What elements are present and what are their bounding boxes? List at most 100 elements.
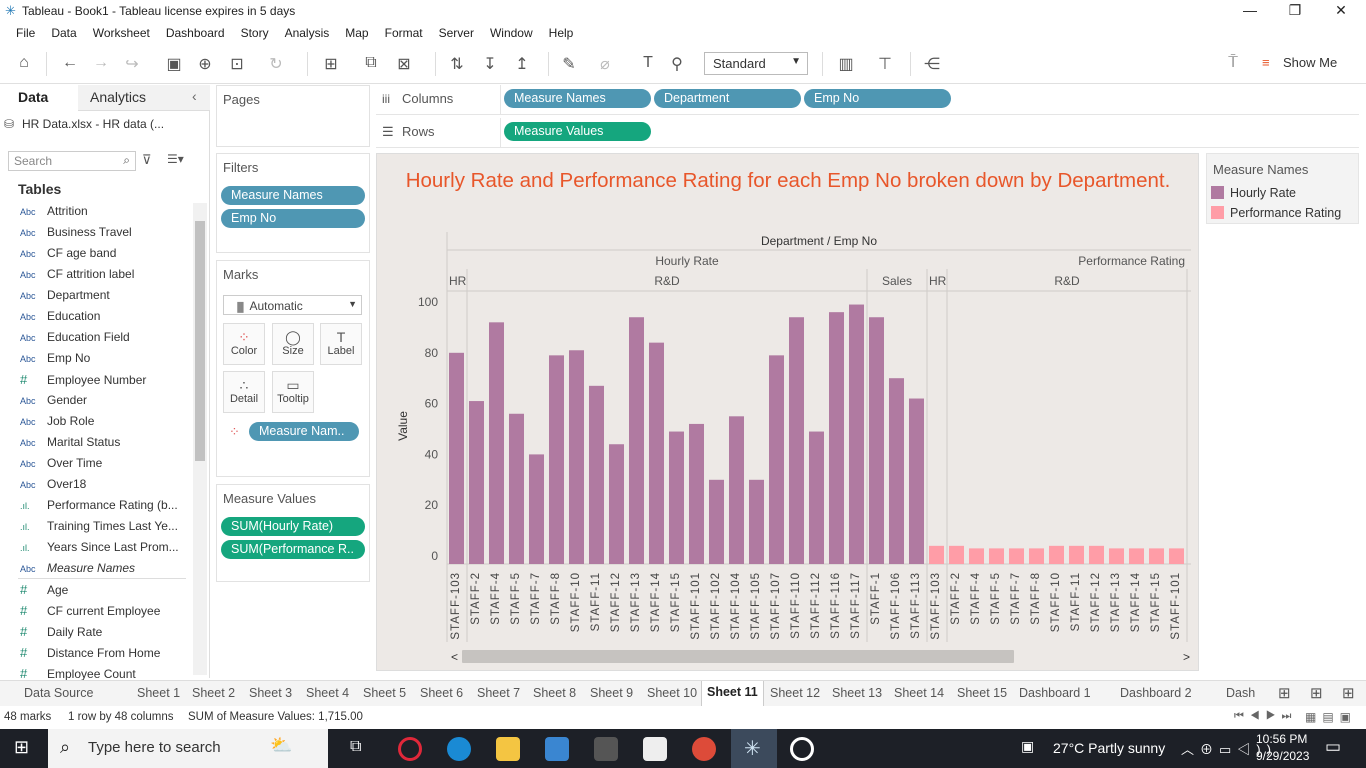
bar[interactable] bbox=[689, 423, 704, 564]
minimize-icon[interactable]: — bbox=[1240, 2, 1260, 18]
replay-icon[interactable]: ↪ bbox=[121, 54, 143, 74]
clear-sheet-icon[interactable]: ⊠ bbox=[393, 54, 415, 74]
bar[interactable] bbox=[1029, 548, 1044, 564]
sheet-tab[interactable]: Sheet 11 bbox=[701, 681, 764, 706]
sheet-tab[interactable]: Sheet 6 bbox=[420, 686, 463, 700]
horizontal-scrollbar[interactable] bbox=[462, 650, 1014, 663]
clock-date[interactable]: 9/29/2023 bbox=[1256, 749, 1309, 763]
mv-pill-hourly-rate[interactable]: SUM(Hourly Rate) bbox=[221, 517, 365, 536]
field-item[interactable]: Abc Attrition bbox=[20, 201, 185, 222]
sheet-tab[interactable]: Sheet 10 bbox=[647, 686, 697, 700]
bar[interactable] bbox=[1129, 548, 1144, 564]
sort-descending-icon[interactable]: ↥ bbox=[511, 54, 533, 74]
label-button[interactable]: T Label bbox=[320, 323, 362, 365]
bar[interactable] bbox=[1069, 545, 1084, 564]
restore-icon[interactable]: ❐ bbox=[1285, 2, 1305, 19]
field-item[interactable]: Abc CF attrition label bbox=[20, 264, 185, 285]
sheet-tab[interactable]: Sheet 5 bbox=[363, 686, 406, 700]
legend-item-hourly-rate[interactable]: Hourly Rate bbox=[1211, 186, 1296, 200]
new-worksheet-icon[interactable]: ⊞ bbox=[1278, 684, 1291, 702]
file-explorer-icon[interactable] bbox=[496, 737, 520, 761]
task-view-icon[interactable]: ⧉ bbox=[350, 738, 361, 756]
redo-icon[interactable]: → bbox=[90, 54, 112, 72]
sheet-tab[interactable]: Dashboard 1 bbox=[1019, 686, 1091, 700]
undo-icon[interactable]: ← bbox=[59, 54, 81, 72]
tab-data-source[interactable]: Data Source bbox=[24, 686, 93, 700]
sheet-tab[interactable]: Sheet 15 bbox=[957, 686, 1007, 700]
tooltip-button[interactable]: ▭ Tooltip bbox=[272, 371, 314, 413]
new-dashboard-icon[interactable]: ⊞ bbox=[1310, 684, 1323, 702]
bar[interactable] bbox=[869, 317, 884, 564]
field-item[interactable]: .ıl. Performance Rating (b... bbox=[20, 495, 185, 516]
field-item[interactable]: Abc Department bbox=[20, 285, 185, 306]
bar[interactable] bbox=[829, 312, 844, 564]
size-button[interactable]: ◯ Size bbox=[272, 323, 314, 365]
bar[interactable] bbox=[1109, 548, 1124, 564]
tableau-taskbar-button[interactable]: ✳ bbox=[731, 729, 777, 768]
duplicate-icon[interactable]: ⧉ bbox=[360, 54, 382, 72]
bar[interactable] bbox=[969, 548, 984, 564]
field-item[interactable]: .ıl. Years Since Last Prom... bbox=[20, 537, 185, 558]
linux-icon[interactable] bbox=[594, 737, 618, 761]
menu-data[interactable]: Data bbox=[43, 23, 84, 43]
bar[interactable] bbox=[809, 431, 824, 564]
field-item[interactable]: # Daily Rate bbox=[20, 621, 185, 642]
show-cards-icon[interactable]: ▥ bbox=[835, 54, 857, 74]
bar[interactable] bbox=[1149, 548, 1164, 564]
refresh-icon[interactable]: ↻ bbox=[265, 54, 287, 74]
bar[interactable] bbox=[529, 454, 544, 564]
sheet-tab[interactable]: Sheet 8 bbox=[533, 686, 576, 700]
show-me-button[interactable]: Show Me bbox=[1283, 55, 1337, 70]
detail-button[interactable]: ∴ Detail bbox=[223, 371, 265, 413]
field-item[interactable]: Abc Marital Status bbox=[20, 432, 185, 453]
filter-icon[interactable]: ⊽ bbox=[142, 152, 152, 168]
sheet-tab[interactable]: Dash bbox=[1226, 686, 1255, 700]
windows-start-icon[interactable]: ⊞ bbox=[14, 737, 29, 758]
mail-icon[interactable] bbox=[643, 737, 667, 761]
bar[interactable] bbox=[669, 431, 684, 564]
field-item[interactable]: # CF current Employee bbox=[20, 600, 185, 621]
pin-icon[interactable]: ⚲ bbox=[666, 54, 688, 74]
paint-icon[interactable]: ⍑ bbox=[1222, 54, 1244, 72]
bar[interactable] bbox=[569, 350, 584, 564]
bar[interactable] bbox=[889, 378, 904, 564]
field-item[interactable]: .ıl. Training Times Last Ye... bbox=[20, 516, 185, 537]
sheet-tab[interactable]: Sheet 4 bbox=[306, 686, 349, 700]
new-datasource-icon[interactable]: ⊕ bbox=[194, 54, 216, 74]
menu-map[interactable]: Map bbox=[337, 23, 376, 43]
fit-select[interactable]: Standard ▼ bbox=[704, 52, 808, 75]
view-mode-icons[interactable]: ▦▤▣ bbox=[1305, 710, 1357, 724]
view-list-icon[interactable]: ☰▾ bbox=[167, 152, 184, 166]
sheet-tab[interactable]: Sheet 3 bbox=[249, 686, 292, 700]
group-icon[interactable]: ⌀ bbox=[594, 54, 616, 74]
field-item[interactable]: # Distance From Home bbox=[20, 642, 185, 663]
chrome-icon[interactable] bbox=[692, 737, 716, 761]
edge-icon[interactable] bbox=[447, 737, 471, 761]
bar[interactable] bbox=[909, 398, 924, 564]
bar[interactable] bbox=[589, 385, 604, 564]
home-icon[interactable]: ⌂ bbox=[13, 54, 35, 72]
bar[interactable] bbox=[629, 317, 644, 564]
sheet-tab[interactable]: Sheet 7 bbox=[477, 686, 520, 700]
new-story-icon[interactable]: ⊞ bbox=[1342, 684, 1355, 702]
save-icon[interactable]: ▣ bbox=[163, 54, 185, 74]
menu-file[interactable]: File bbox=[8, 23, 43, 43]
bar[interactable] bbox=[929, 545, 944, 564]
bar[interactable] bbox=[709, 479, 724, 564]
marks-pill-measure-names[interactable]: Measure Nam.. bbox=[249, 422, 359, 441]
columns-pill-measure-names[interactable]: Measure Names bbox=[504, 89, 651, 108]
bar[interactable] bbox=[989, 548, 1004, 564]
menu-format[interactable]: Format bbox=[377, 23, 431, 43]
menu-server[interactable]: Server bbox=[431, 23, 482, 43]
field-item[interactable]: Abc CF age band bbox=[20, 243, 185, 264]
new-worksheet-icon[interactable]: ⊞ bbox=[320, 54, 342, 74]
bar[interactable] bbox=[1089, 545, 1104, 564]
menu-analysis[interactable]: Analysis bbox=[277, 23, 338, 43]
sheet-tab[interactable]: Sheet 13 bbox=[832, 686, 882, 700]
presentation-icon[interactable]: ⊤ bbox=[874, 54, 896, 74]
bar[interactable] bbox=[949, 545, 964, 564]
bar[interactable] bbox=[609, 444, 624, 564]
bar[interactable] bbox=[789, 317, 804, 564]
legend-item-performance-rating[interactable]: Performance Rating bbox=[1211, 206, 1341, 220]
sheet-tab[interactable]: Sheet 2 bbox=[192, 686, 235, 700]
